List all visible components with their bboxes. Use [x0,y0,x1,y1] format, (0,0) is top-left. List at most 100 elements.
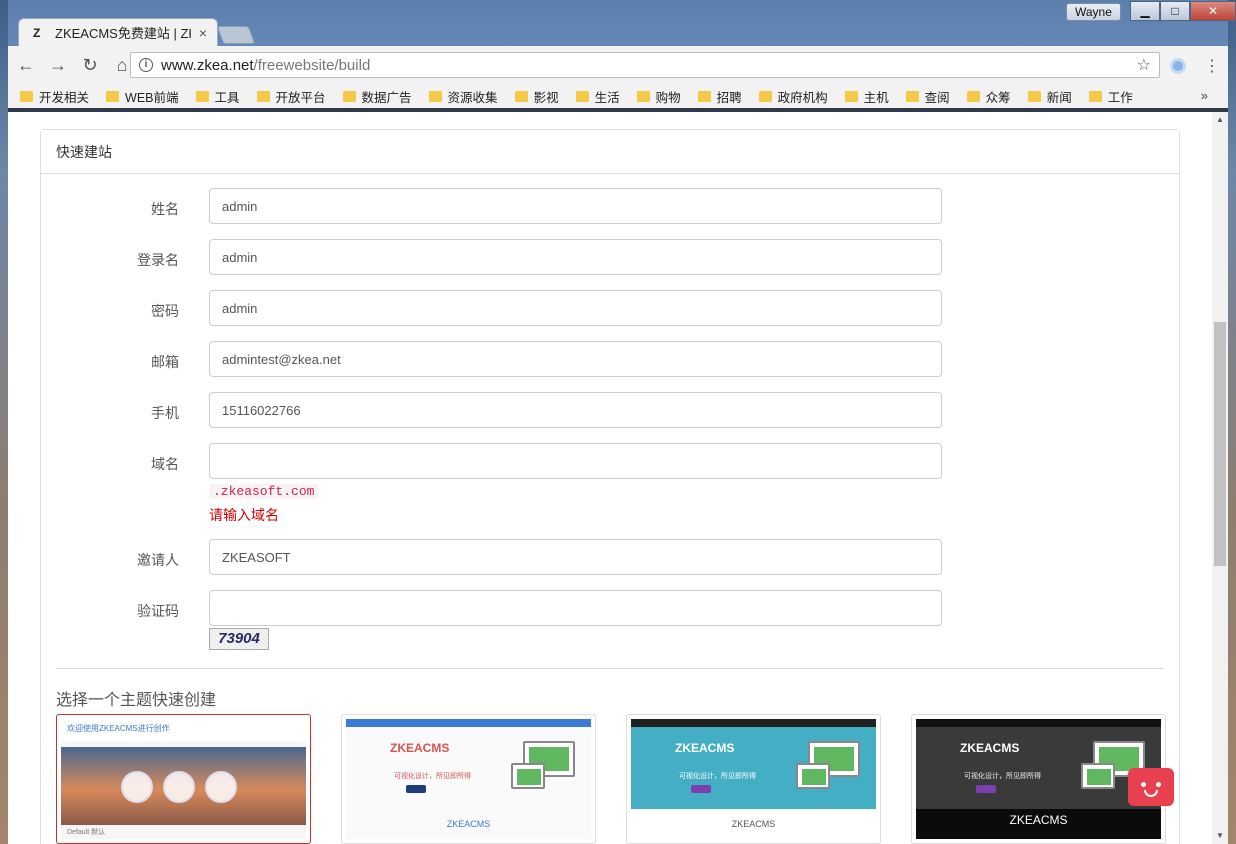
quick-build-panel: 快速建站 姓名 登录名 密码 邮箱 手机 域名 [40,129,1180,844]
bookmarks-more-icon[interactable]: » [1201,88,1208,103]
login-input[interactable] [209,239,942,275]
laptop-mockup-icon [1081,763,1115,789]
chat-mouth [1144,790,1158,797]
scroll-down-arrow-icon[interactable]: ▼ [1212,828,1228,844]
minimize-button[interactable]: ▁ [1130,1,1160,21]
theme-thumbnail: ZKEACMS 可视化设计，所见即所得 ZKEACMS [916,719,1161,839]
bookmark-item[interactable]: 生活 [575,87,620,106]
bookmark-label: 政府机构 [777,90,828,105]
page-viewport: 快速建站 姓名 登录名 密码 邮箱 手机 域名 [8,112,1212,844]
folder-icon [575,90,589,102]
menu-dots-icon[interactable]: ⋮ [1204,56,1220,76]
theme-nav-strip [346,719,591,727]
theme-card-default[interactable]: 欢迎使用ZKEACMS进行创作 Default 默认 [56,714,311,844]
profile-button[interactable]: Wayne [1066,3,1121,21]
theme-card-2[interactable]: ZKEACMS 可视化设计，所见即所得 ZKEACMS [341,714,596,844]
domain-suffix: .zkeasoft.com [209,484,319,499]
info-icon[interactable]: i [139,58,153,72]
name-input[interactable] [209,188,942,224]
address-bar[interactable]: i www.zkea.net/freewebsite/build ☆ [130,52,1160,78]
bookmark-label: 开放平台 [275,90,326,105]
theme-bottom-label: ZKEACMS [731,819,776,829]
bookmark-label: 生活 [594,90,620,105]
close-window-button[interactable]: ✕ [1190,1,1236,21]
theme-card-3[interactable]: ZKEACMS 可视化设计，所见即所得 ZKEACMS [626,714,881,844]
bookmark-label: 工作 [1107,90,1133,105]
folder-icon [636,90,650,102]
theme-thumbnail: ZKEACMS 可视化设计，所见即所得 ZKEACMS [346,719,591,839]
url-text[interactable]: www.zkea.net/freewebsite/build [161,57,1129,74]
url-path: /freewebsite/build [253,56,371,74]
email-input[interactable] [209,341,942,377]
theme-cta-button [691,785,711,793]
theme-thumbnail: 欢迎使用ZKEACMS进行创作 Default 默认 [61,719,306,839]
laptop-mockup-icon [796,763,830,789]
scroll-thumb[interactable] [1214,322,1226,566]
phone-input[interactable] [209,392,942,428]
domain-error-message: 请输入域名 [209,507,279,523]
monitor-icon [121,771,153,803]
bookmark-item[interactable]: 查阅 [905,87,950,106]
inviter-input[interactable] [209,539,942,575]
extension-icon[interactable] [1170,58,1186,74]
folder-icon [844,90,858,102]
back-arrow-icon[interactable]: ← [12,55,40,76]
bookmark-label: 购物 [655,90,681,105]
folder-icon [195,90,209,102]
section-divider [56,668,1164,669]
bookmark-item[interactable]: 资源收集 [428,87,498,106]
bookmark-item[interactable]: WEB前端 [106,87,179,106]
bookmark-item[interactable]: 新闻 [1027,87,1072,106]
browser-tab[interactable]: Z ZKEACMS免费建站 | ZK × [18,18,218,46]
page-scrollbar[interactable]: ▲ ▼ [1212,112,1228,844]
window-controls: ▁ □ ✕ [1130,1,1236,21]
tab-strip: Z ZKEACMS免费建站 | ZK × Wayne ▁ □ ✕ [8,0,1236,46]
theme-brand-title: ZKEACMS [675,741,735,755]
forward-arrow-icon[interactable]: → [44,55,72,76]
bookmark-label: 查阅 [924,90,950,105]
password-label: 密码 [151,303,179,319]
phone-label: 手机 [151,405,179,421]
chat-support-icon[interactable] [1128,768,1174,806]
reload-icon[interactable]: ↻ [76,55,104,76]
folder-icon [1027,90,1041,102]
bookmark-item[interactable]: 政府机构 [758,87,828,106]
url-host: www.zkea.net [161,56,254,74]
theme-cta-button [976,785,996,793]
tab-title: ZKEACMS免费建站 | ZK [55,26,191,41]
bookmark-label: 影视 [533,90,559,105]
star-icon[interactable]: ☆ [1137,55,1151,75]
bookmark-item[interactable]: 开放平台 [256,87,326,106]
captcha-input[interactable] [209,590,942,626]
captcha-label: 验证码 [137,603,179,619]
captcha-image[interactable]: 73904 [209,628,269,650]
bookmark-item[interactable]: 影视 [514,87,559,106]
bookmark-label: 招聘 [716,90,742,105]
theme-brand-subtitle: 可视化设计，所见即所得 [964,773,1041,780]
maximize-button[interactable]: □ [1160,1,1190,21]
theme-hero-image [61,747,306,825]
folder-icon [514,90,528,102]
panel-title: 快速建站 [41,130,1179,174]
inviter-label: 邀请人 [137,552,179,568]
password-input[interactable] [209,290,942,326]
bookmark-label: 众筹 [985,90,1011,105]
bookmark-label: 主机 [863,90,889,105]
bookmark-item[interactable]: 工具 [195,87,240,106]
name-label: 姓名 [151,201,179,217]
bookmark-item[interactable]: 众筹 [966,87,1011,106]
bookmark-item[interactable]: 开发相关 [20,87,89,106]
bookmark-item[interactable]: 工作 [1088,87,1133,106]
theme-brand-subtitle: 可视化设计，所见即所得 [679,773,756,780]
scroll-up-arrow-icon[interactable]: ▲ [1212,112,1228,128]
bookmark-item[interactable]: 招聘 [697,87,742,106]
new-tab-button[interactable] [216,26,256,44]
bookmark-label: 新闻 [1046,90,1072,105]
bookmark-label: 资源收集 [447,90,498,105]
bookmark-item[interactable]: 购物 [636,87,681,106]
bookmark-item[interactable]: 数据广告 [342,87,412,106]
tab-close-icon[interactable]: × [199,25,207,41]
bookmark-item[interactable]: 主机 [844,87,889,106]
domain-input[interactable] [209,443,942,479]
theme-list: 欢迎使用ZKEACMS进行创作 Default 默认 ZKEACMS 可视化设计… [56,714,1166,844]
